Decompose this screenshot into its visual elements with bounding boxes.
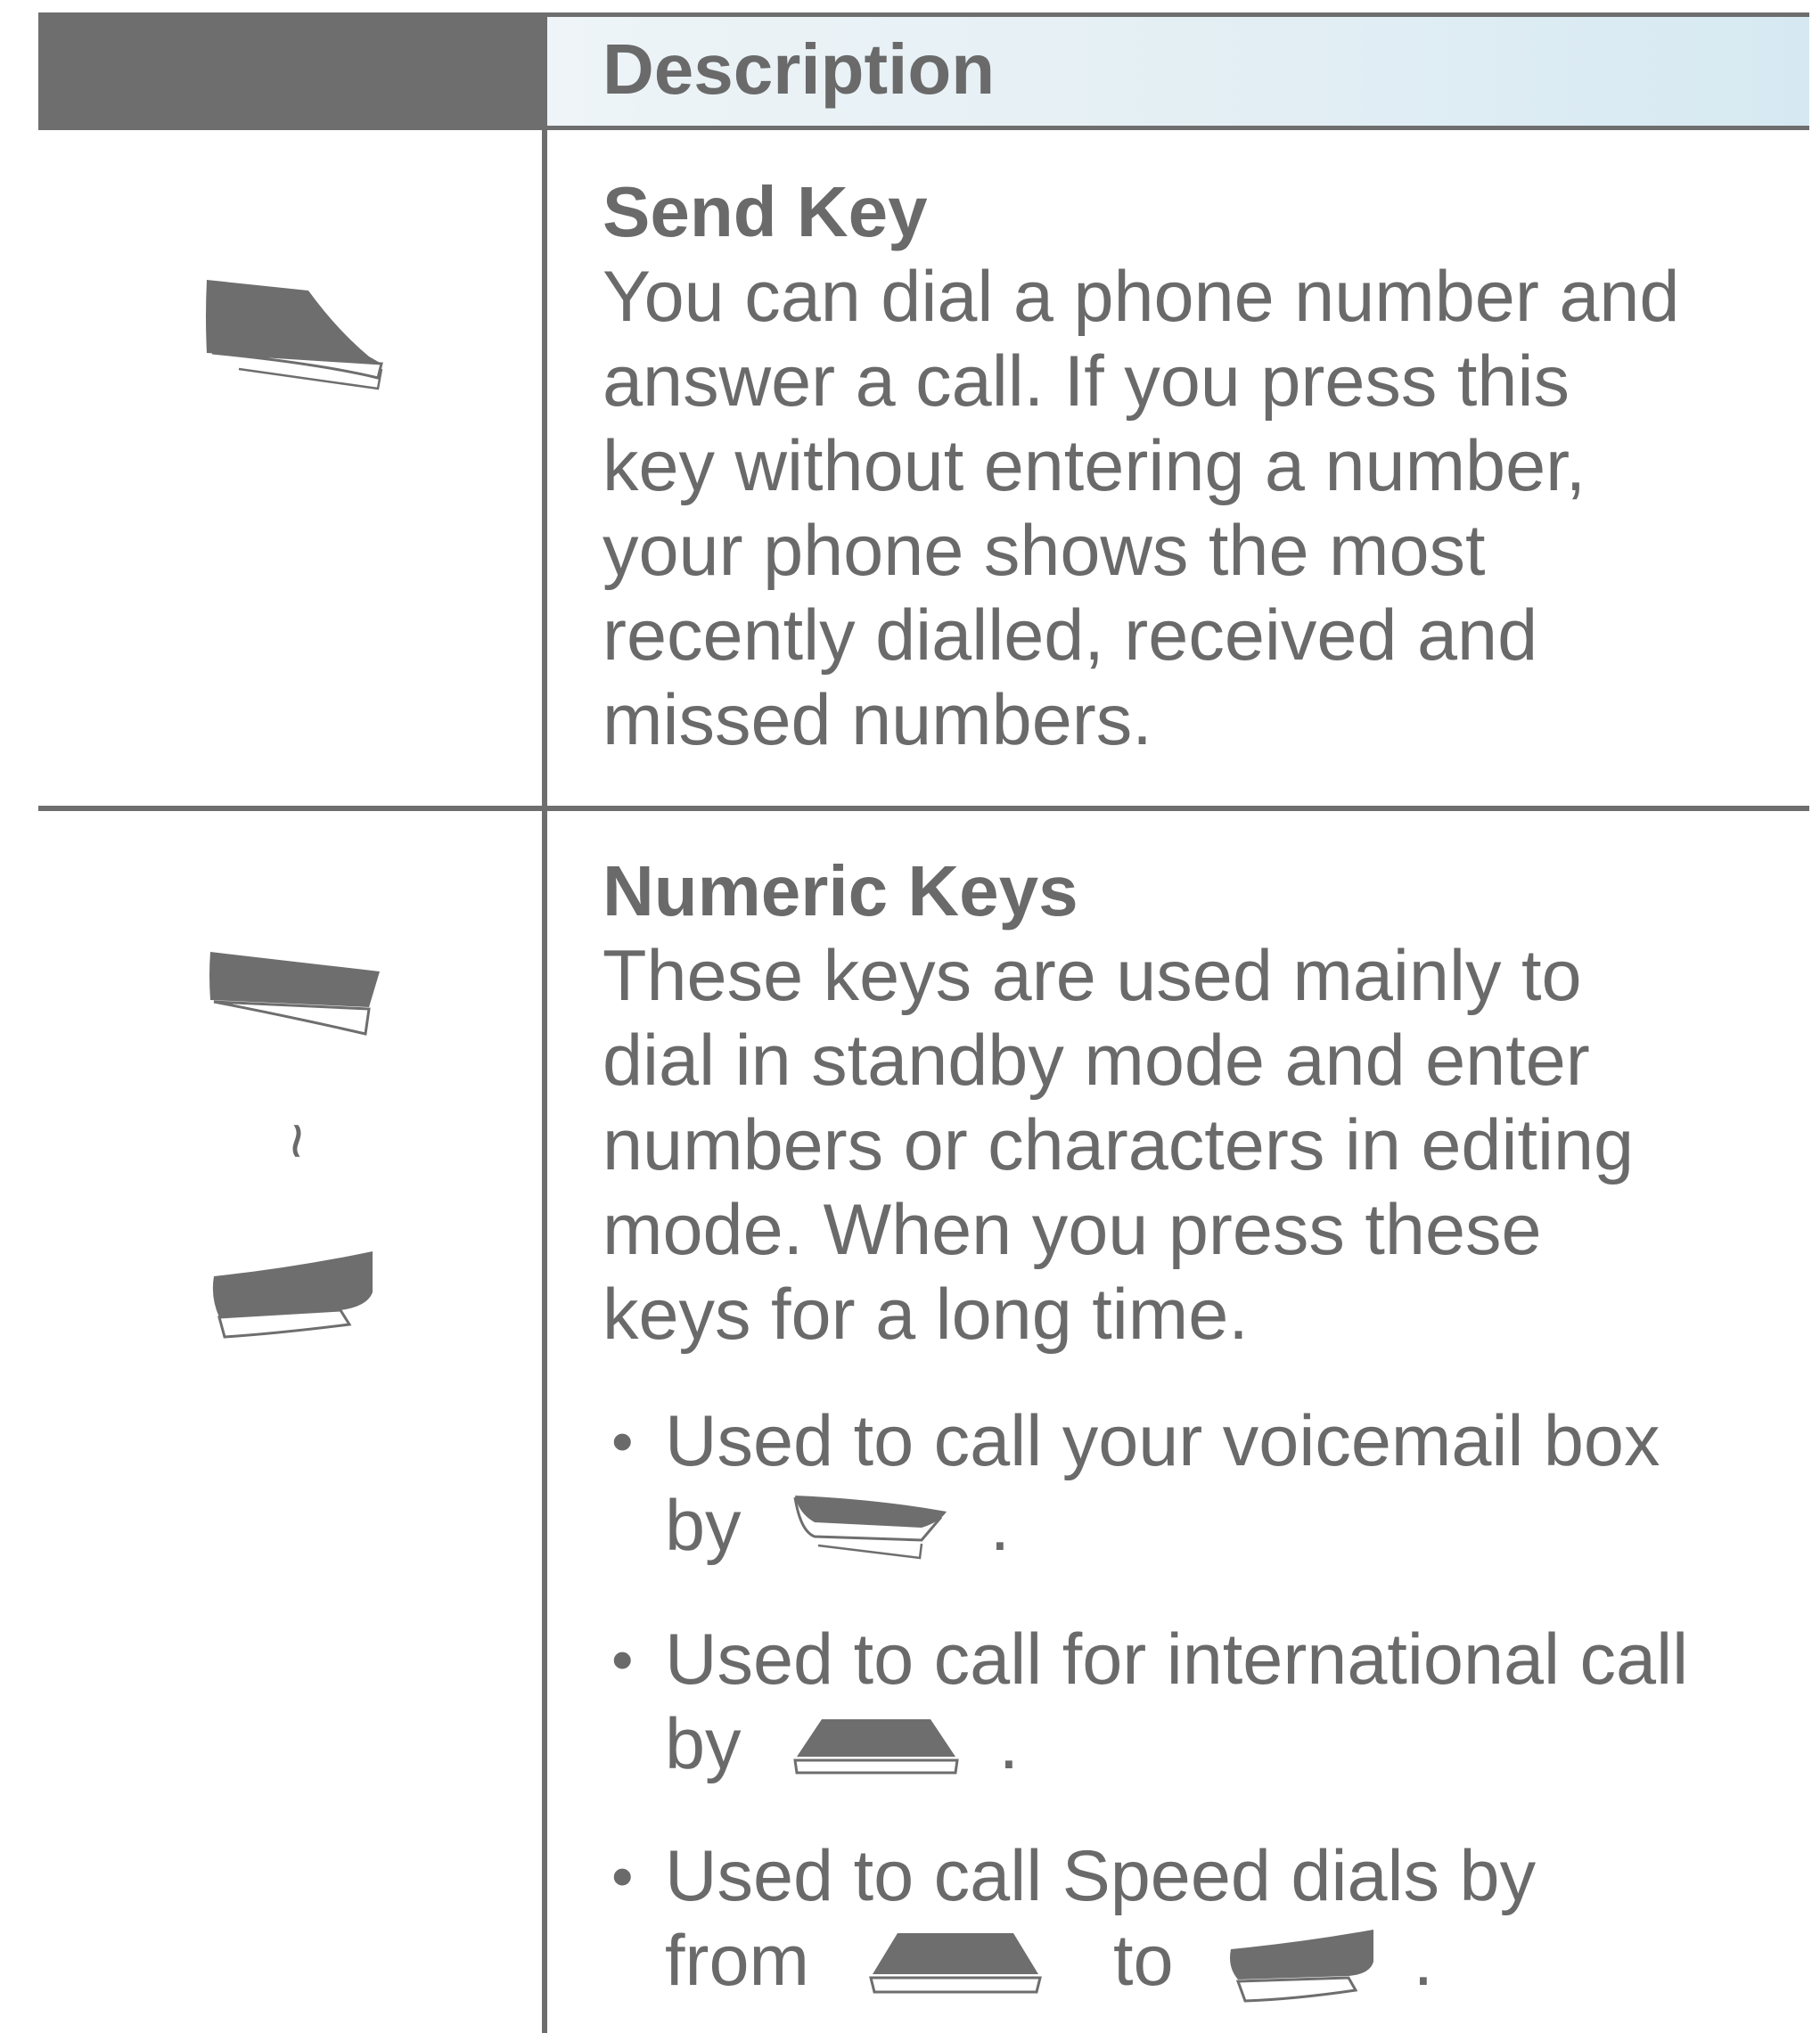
- header-description-label: Description: [603, 29, 996, 109]
- bullet-text: Used to call Speed dials by: [665, 1836, 1537, 1916]
- bullet-text: Used to call for international call: [665, 1619, 1689, 1700]
- header-left-cell: [38, 12, 542, 130]
- bullet-dot: •: [611, 1406, 634, 1476]
- body-line: dial in standby mode and enter: [603, 1021, 1590, 1101]
- key-0-icon: [793, 1718, 959, 1775]
- body-line: numbers or characters in editing: [603, 1105, 1635, 1185]
- bullet-dot: •: [611, 1625, 634, 1694]
- numeric-keys-description: Numeric Keys These keys are used mainly …: [603, 848, 1797, 1357]
- body-line: key without entering a number,: [603, 426, 1586, 506]
- body-line: keys for a long time.: [603, 1275, 1249, 1355]
- bullet-prefix: by: [665, 1704, 742, 1784]
- bullet-dot: •: [611, 1841, 634, 1911]
- bullet-text: Used to call your voicemail box: [665, 1401, 1660, 1481]
- body-line: These keys are used mainly to: [603, 936, 1582, 1016]
- key-1-icon: [793, 1495, 947, 1560]
- row-divider: [38, 806, 1809, 811]
- send-key-icon: [206, 280, 383, 390]
- numeric-keys-title: Numeric Keys: [603, 851, 1078, 930]
- bullet-second-line: from to .: [665, 1919, 1433, 2006]
- range-tilde: ~: [261, 1121, 333, 1160]
- manual-page: Description Send Key You can dial a phon…: [0, 0, 1820, 2033]
- bullet-second-line: by .: [665, 1702, 1019, 1787]
- body-line: your phone shows the most: [603, 511, 1486, 591]
- body-line: recently dialled, received and: [603, 595, 1538, 676]
- bullet-mid: to: [1113, 1921, 1174, 2001]
- column-divider: [542, 12, 547, 2033]
- key-2-icon: [868, 1932, 1042, 1994]
- send-key-body: You can dial a phone number and answer a…: [603, 255, 1797, 763]
- bullet-period: .: [989, 1486, 1011, 1566]
- body-line: mode. When you press these: [603, 1190, 1542, 1270]
- numeric-keys-body: These keys are used mainly to dial in st…: [603, 934, 1797, 1357]
- send-key-description: Send Key You can dial a phone number and…: [603, 169, 1797, 763]
- bullet-period: .: [1413, 1921, 1434, 2001]
- bullet-prefix: by: [665, 1486, 742, 1566]
- send-key-title: Send Key: [603, 172, 928, 251]
- body-line: You can dial a phone number and: [603, 257, 1680, 337]
- bullet-period: .: [998, 1704, 1020, 1784]
- numeric-key-first-icon: [209, 952, 380, 1036]
- body-line: missed numbers.: [603, 680, 1152, 760]
- body-line: answer a call. If you press this: [603, 341, 1570, 422]
- bullet-prefix: from: [665, 1921, 809, 2001]
- bullet-second-line: by .: [665, 1484, 1010, 1576]
- numeric-key-last-icon: [212, 1251, 373, 1339]
- key-9-icon: [1230, 1929, 1374, 2003]
